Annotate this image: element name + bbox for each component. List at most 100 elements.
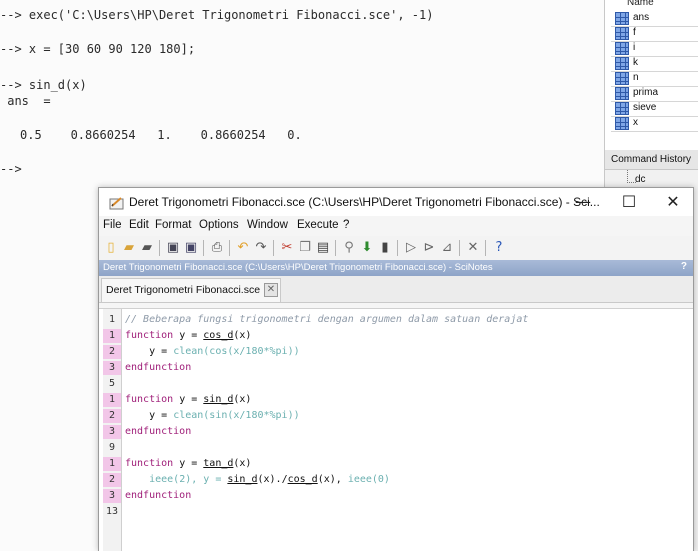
variable-browser-header[interactable]: Name [627,0,654,8]
paste-icon[interactable]: ▤ [315,240,331,256]
line-number: 3 [103,361,121,375]
execute-icon[interactable]: ▮ [377,240,393,256]
keyword-function: function [125,330,174,341]
line-number: 1 [103,393,121,407]
line-number: 2 [103,473,121,487]
line-number: 1 [103,457,121,471]
maximize-button[interactable]: ☐ [607,188,651,216]
menu-file[interactable]: File [103,219,122,231]
open-file-icon[interactable]: ▰ [121,240,137,256]
open-recent-icon[interactable]: ▰ [139,240,155,256]
variable-row[interactable]: ans [611,11,698,27]
code-line: ieee(2), y = sin_d(x)./cos_d(x), ieee(0) [149,474,390,485]
redo-icon[interactable]: ↷ [253,240,269,256]
builtin-call: clean(sin(x/180*%pi)) [173,410,300,421]
line-number: 2 [103,409,121,423]
history-entry[interactable]: dc [635,174,646,185]
console-prompt[interactable]: --> [0,162,22,176]
keyword-function: function [125,394,174,405]
tab-deret-trigonometri[interactable]: Deret Trigonometri Fibonacci.sce ✕ [101,278,281,302]
help-icon[interactable]: ? [491,240,507,256]
copy-icon[interactable]: ❐ [297,240,313,256]
keyword-endfunction: endfunction [125,490,192,501]
matrix-icon [615,102,629,115]
tab-close-icon[interactable]: ✕ [264,283,278,297]
menu-help[interactable]: ? [343,219,349,231]
run-icon[interactable]: ▷ [403,240,419,256]
matrix-icon [615,117,629,130]
variable-row[interactable]: prima [611,86,698,102]
line-number: 9 [108,442,116,453]
line-number: 1 [108,314,116,325]
tab-label: Deret Trigonometri Fibonacci.sce [106,284,261,296]
function-name: tan_d [203,458,234,469]
variable-row[interactable]: n [611,71,698,87]
console-line-result: 0.5 0.8660254 1. 0.8660254 0. [20,128,302,142]
command-history-title[interactable]: Command History [605,150,698,170]
variable-row[interactable]: f [611,26,698,42]
run-file-icon[interactable]: ⊳ [421,240,437,256]
code-comment: // Beberapa fungsi trigonometri dengan a… [125,314,529,325]
keyword-endfunction: endfunction [125,362,192,373]
console-line-assign: --> x = [30 60 90 120 180]; [0,42,196,56]
path-help-button[interactable]: ? [681,261,687,272]
file-path-text: Deret Trigonometri Fibonacci.sce (C:\Use… [103,262,493,273]
find-icon[interactable]: ⚲ [341,240,357,256]
minimize-button[interactable]: — [561,188,605,216]
window-title: Deret Trigonometri Fibonacci.sce (C:\Use… [129,195,600,209]
variable-row[interactable]: i [611,41,698,57]
matrix-icon [615,12,629,25]
menu-options[interactable]: Options [199,219,239,231]
variable-row[interactable]: sieve [611,101,698,117]
title-bar[interactable]: Deret Trigonometri Fibonacci.sce (C:\Use… [99,188,693,216]
menu-execute[interactable]: Execute [297,219,339,231]
save-icon[interactable]: ▣ [165,240,181,256]
code-editor[interactable]: 1 1 2 3 5 1 2 3 9 1 2 3 13 // Beberapa f… [99,308,693,551]
code-line: endfunction [125,489,191,503]
matrix-icon [615,57,629,70]
function-name: sin_d [203,394,234,405]
console-line-ans: ans = [0,94,51,108]
save-as-icon[interactable]: ▣ [183,240,199,256]
variable-row[interactable]: x [611,116,698,132]
tools-icon[interactable]: ✕ [465,240,481,256]
debug-icon[interactable]: ⊿ [439,240,455,256]
scinotes-window: Deret Trigonometri Fibonacci.sce (C:\Use… [98,187,694,551]
new-file-icon[interactable]: ▯ [103,240,119,256]
line-number: 5 [108,378,116,389]
undo-icon[interactable]: ↶ [235,240,251,256]
code-line: function y = cos_d(x) [125,330,252,341]
line-number: 3 [103,425,121,439]
code-line: function y = tan_d(x) [125,458,252,469]
menu-format[interactable]: Format [155,219,191,231]
print-icon[interactable]: ⎙ [209,240,225,256]
line-number: 1 [103,329,121,343]
menu-window[interactable]: Window [247,219,288,231]
line-number: 13 [105,506,119,517]
console-line-call: --> sin_d(x) [0,78,87,92]
close-button[interactable]: ✕ [651,188,695,216]
tab-bar: Deret Trigonometri Fibonacci.sce ✕ [99,276,693,303]
console-line-exec: --> exec('C:\Users\HP\Deret Trigonometri… [0,8,434,22]
code-line: y = clean(cos(x/180*%pi)) [149,346,300,357]
scinotes-app-icon [109,197,124,210]
keyword-endfunction: endfunction [125,426,192,437]
matrix-icon [615,42,629,55]
line-number: 2 [103,345,121,359]
code-line: // Beberapa fungsi trigonometri dengan a… [125,313,528,327]
keyword-function: function [125,458,174,469]
menu-edit[interactable]: Edit [129,219,149,231]
matrix-icon [615,72,629,85]
line-number: 3 [103,489,121,503]
variable-browser: Name ans f i k n prima sieve x [604,0,698,150]
code-line: function y = sin_d(x) [125,394,252,405]
cut-icon[interactable]: ✂ [279,240,295,256]
matrix-icon [615,87,629,100]
builtin-call: clean(cos(x/180*%pi)) [173,346,300,357]
matrix-icon [615,27,629,40]
function-name: cos_d [203,330,234,341]
code-line: endfunction [125,361,191,375]
code-line: y = clean(sin(x/180*%pi)) [149,410,300,421]
variable-row[interactable]: k [611,56,698,72]
load-into-scilab-icon[interactable]: ⬇ [359,240,375,256]
